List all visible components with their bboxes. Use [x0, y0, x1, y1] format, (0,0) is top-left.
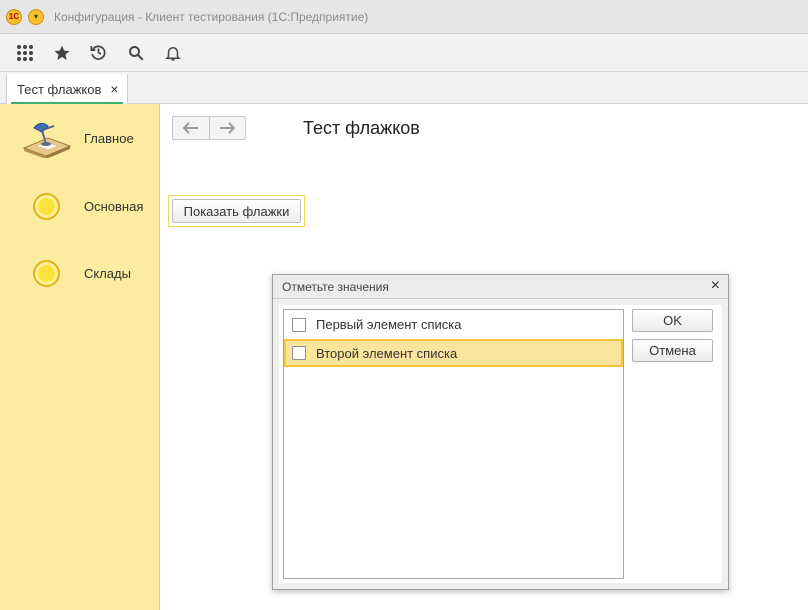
favorites-star-icon[interactable]	[43, 35, 80, 71]
sidebar-item-main[interactable]: Главное	[0, 112, 159, 164]
checkbox-list[interactable]: Первый элемент списка Второй элемент спи…	[283, 309, 624, 579]
list-item[interactable]: Первый элемент списка	[284, 311, 623, 338]
checkbox[interactable]	[292, 346, 306, 360]
list-item-label: Второй элемент списка	[316, 345, 458, 361]
tab-label: Тест флажков	[17, 81, 102, 97]
back-arrow-icon[interactable]	[173, 117, 209, 139]
search-icon[interactable]	[117, 35, 154, 71]
close-icon[interactable]: ×	[711, 278, 720, 294]
show-checkboxes-button-focus: Показать флажки	[168, 195, 305, 227]
sun-icon	[20, 186, 72, 226]
app-logo-icon[interactable]: 1С	[6, 8, 22, 25]
list-item-selected[interactable]: Второй элемент списка	[284, 339, 623, 367]
desk-lamp-icon	[20, 118, 72, 158]
sections-sidebar: Главное Основная Склады	[0, 104, 160, 610]
apps-grid-icon[interactable]	[6, 35, 43, 71]
sidebar-item-basic[interactable]: Основная	[0, 180, 159, 232]
dialog-title: Отметьте значения	[282, 279, 389, 294]
forward-arrow-icon[interactable]	[208, 117, 246, 139]
toolbar	[0, 34, 808, 72]
list-item-label: Первый элемент списка	[316, 317, 462, 332]
show-checkboxes-button[interactable]: Показать флажки	[172, 199, 301, 223]
tab-strip: Тест флажков ×	[0, 72, 808, 104]
ok-button[interactable]: OK	[632, 309, 713, 332]
sidebar-item-label: Склады	[84, 265, 131, 281]
window-title: Конфигурация - Клиент тестирования (1С:П…	[54, 9, 369, 24]
sun-icon	[20, 253, 72, 293]
dialog-body: Первый элемент списка Второй элемент спи…	[273, 299, 728, 589]
notifications-bell-icon[interactable]	[154, 35, 191, 71]
sidebar-item-warehouses[interactable]: Склады	[0, 247, 159, 299]
window-title-bar: 1С ▾ Конфигурация - Клиент тестирования …	[0, 0, 808, 34]
sidebar-item-label: Главное	[84, 130, 134, 146]
history-navigation	[172, 116, 246, 140]
dialog-header[interactable]: Отметьте значения ×	[273, 275, 728, 299]
history-icon[interactable]	[80, 35, 117, 71]
cancel-button[interactable]: Отмена	[632, 339, 713, 362]
mark-values-dialog: Отметьте значения × Первый элемент списк…	[272, 274, 729, 590]
main-menu-chevron-icon[interactable]: ▾	[28, 8, 44, 25]
tab-test-checkboxes[interactable]: Тест флажков ×	[6, 74, 128, 104]
checkbox[interactable]	[292, 317, 306, 332]
tab-close-icon[interactable]: ×	[110, 82, 118, 96]
page-title: Тест флажков	[303, 118, 420, 138]
sidebar-item-label: Основная	[84, 198, 144, 214]
